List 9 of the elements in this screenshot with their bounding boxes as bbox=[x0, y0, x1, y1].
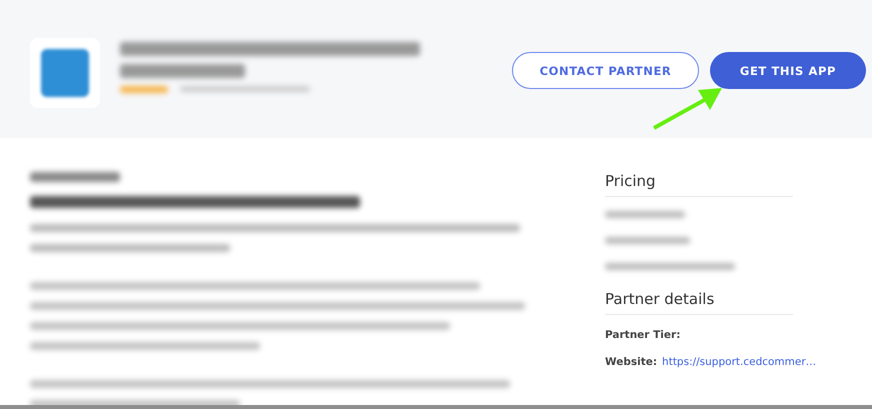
blurred-rating bbox=[120, 86, 168, 93]
website-link[interactable]: https://support.cedcommer… bbox=[662, 356, 816, 368]
section-title: Partner details bbox=[605, 290, 716, 310]
contact-button[interactable]: CONTACT PARTNER bbox=[512, 52, 699, 89]
field-label: Partner Tier: bbox=[605, 329, 680, 341]
app-logo bbox=[30, 38, 100, 108]
field-label: Website: bbox=[605, 356, 658, 368]
get-app-button[interactable]: GET THIS APP bbox=[710, 52, 866, 89]
section-title: Pricing bbox=[605, 172, 657, 192]
